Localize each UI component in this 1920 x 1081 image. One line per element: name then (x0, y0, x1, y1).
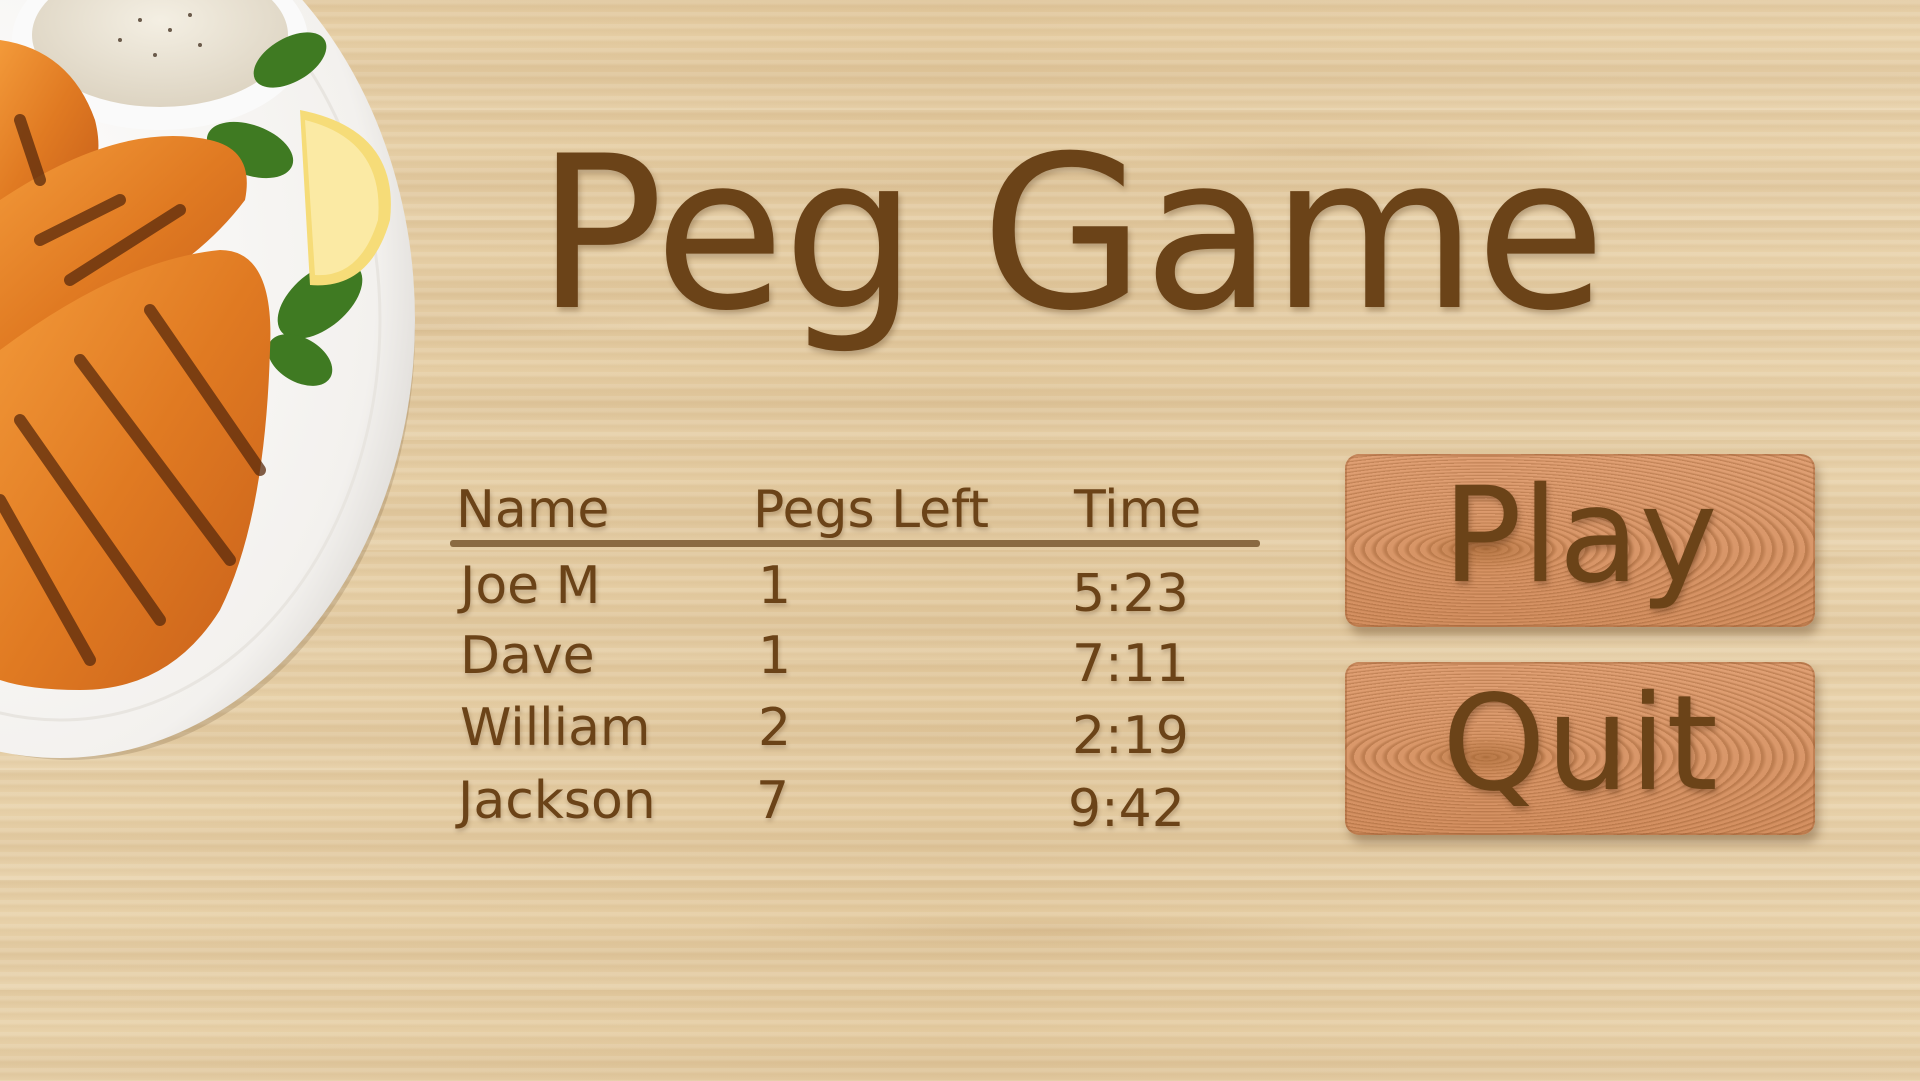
score-time: 2:19 (1072, 706, 1189, 766)
score-name: Joe M (460, 556, 601, 616)
score-time: 7:11 (1072, 634, 1189, 694)
score-pegs: 2 (758, 698, 792, 758)
header-time: Time (1074, 480, 1202, 540)
game-title: Peg Game (536, 110, 1606, 357)
header-pegs-left: Pegs Left (753, 480, 989, 540)
score-name: William (460, 698, 651, 758)
header-name: Name (456, 480, 610, 540)
score-pegs: 1 (758, 556, 792, 616)
score-row: Dave 1 7:11 (450, 620, 1260, 694)
score-row: Jackson 7 9:42 (450, 765, 1260, 839)
play-button-label: Play (1442, 459, 1718, 613)
header-divider (450, 540, 1260, 547)
quit-button[interactable]: Quit (1345, 662, 1815, 835)
play-button[interactable]: Play (1345, 454, 1815, 627)
quit-button-label: Quit (1442, 667, 1718, 821)
score-time: 9:42 (1068, 779, 1185, 839)
score-row: William 2 2:19 (450, 692, 1260, 766)
score-pegs: 7 (756, 771, 790, 831)
score-name: Dave (460, 626, 595, 686)
chicken-plate-image (0, 0, 415, 760)
score-pegs: 1 (758, 626, 792, 686)
score-name: Jackson (458, 771, 656, 831)
score-row: Joe M 1 5:23 (450, 550, 1260, 624)
